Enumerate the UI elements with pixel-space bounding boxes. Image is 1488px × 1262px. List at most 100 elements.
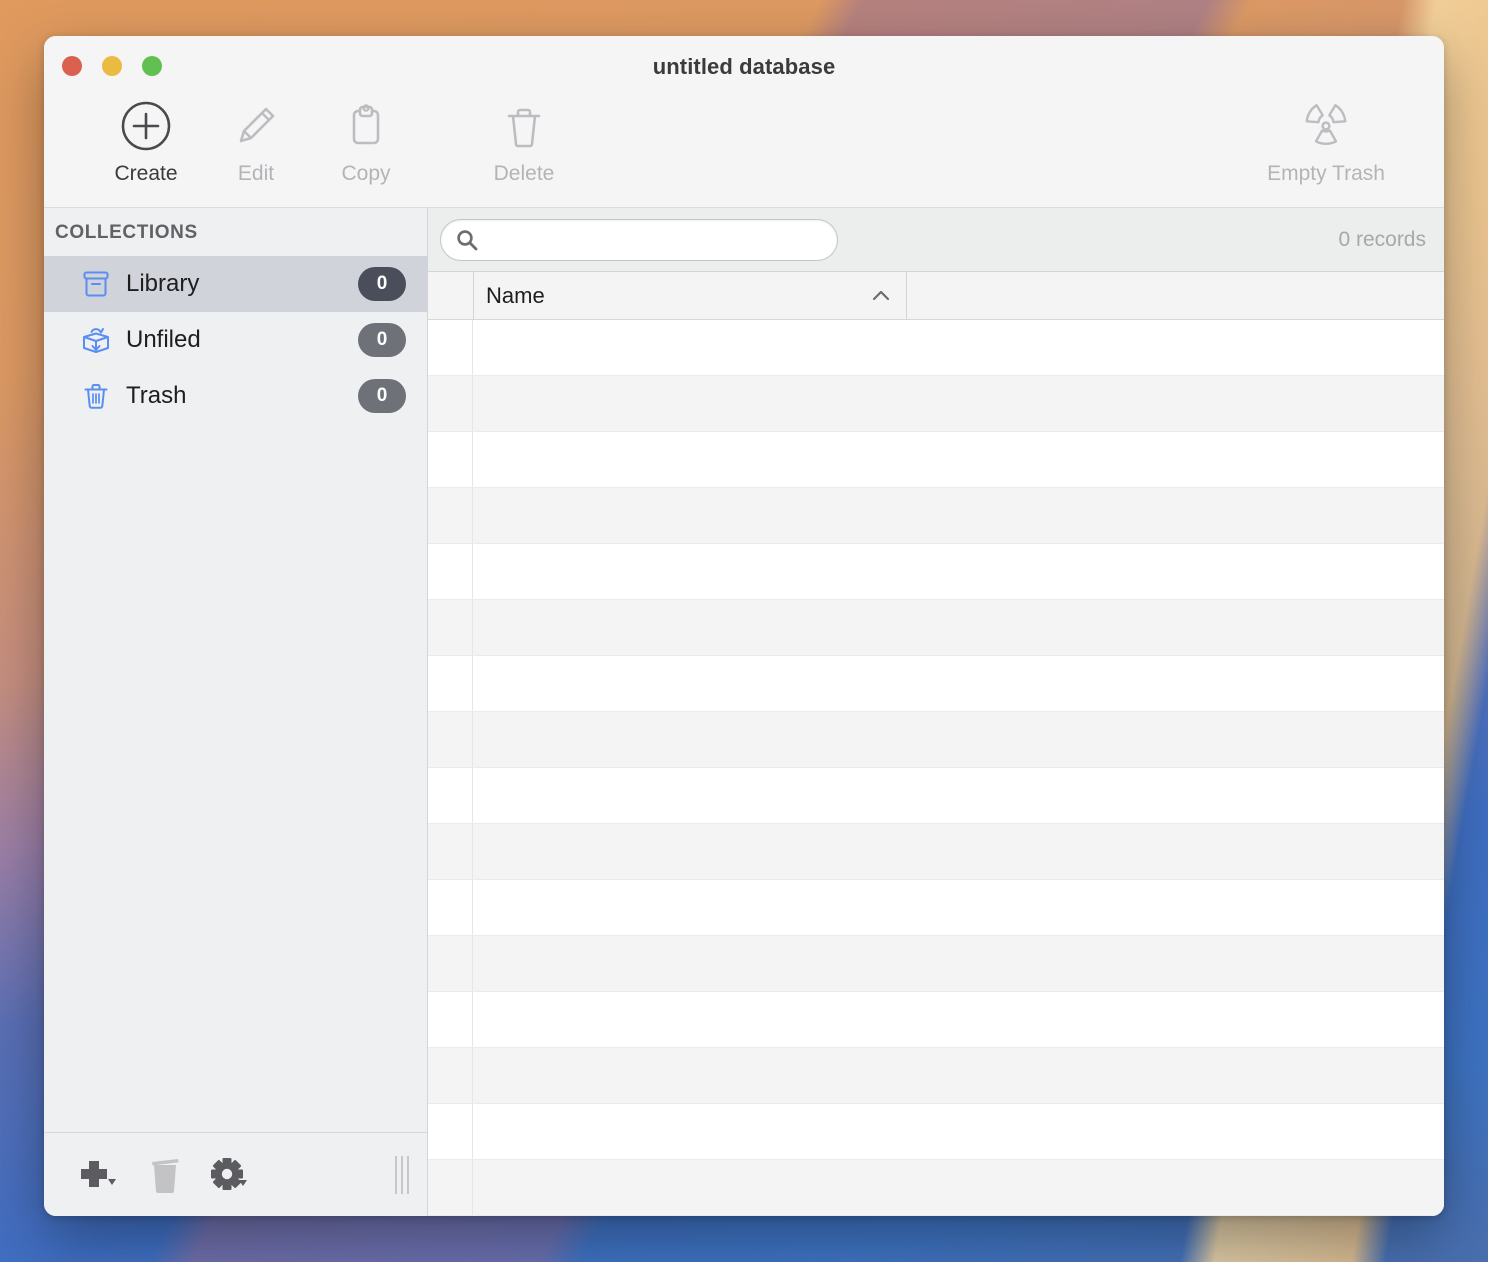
search-bar: 0 records — [428, 208, 1444, 272]
table-row[interactable] — [428, 488, 1444, 544]
table-row[interactable] — [428, 320, 1444, 376]
title-bar: untitled database Create — [44, 36, 1444, 208]
window-title: untitled database — [44, 54, 1444, 80]
copy-label: Copy — [306, 162, 426, 186]
table-row[interactable] — [428, 600, 1444, 656]
sidebar-bottom-toolbar — [44, 1132, 427, 1216]
sidebar: COLLECTIONS Library 0 — [44, 208, 428, 1216]
pencil-icon — [196, 96, 316, 156]
table-cell-name[interactable] — [473, 600, 1444, 655]
sidebar-item-count: 0 — [358, 323, 406, 357]
delete-label: Delete — [464, 162, 584, 186]
column-header-label: Name — [486, 283, 870, 309]
plus-circle-icon — [86, 96, 206, 156]
open-box-icon — [79, 323, 113, 357]
table-cell-name[interactable] — [473, 768, 1444, 823]
sidebar-item-unfiled[interactable]: Unfiled 0 — [44, 312, 427, 368]
radiation-icon — [1236, 96, 1416, 156]
table-header-gutter — [428, 272, 473, 319]
create-label: Create — [86, 162, 206, 186]
search-input[interactable] — [488, 228, 823, 251]
table-row-gutter — [428, 880, 473, 935]
action-menu-button[interactable] — [198, 1150, 264, 1200]
table-cell-name[interactable] — [473, 488, 1444, 543]
table-row[interactable] — [428, 544, 1444, 600]
table-row[interactable] — [428, 1104, 1444, 1160]
table-cell-name[interactable] — [473, 1048, 1444, 1103]
table-row-gutter — [428, 936, 473, 991]
table-row-gutter — [428, 824, 473, 879]
table-row[interactable] — [428, 824, 1444, 880]
window-body: COLLECTIONS Library 0 — [44, 208, 1444, 1216]
table-cell-name[interactable] — [473, 1104, 1444, 1159]
delete-button[interactable]: Delete — [464, 96, 584, 186]
delete-collection-button[interactable] — [132, 1150, 198, 1200]
table-row-gutter — [428, 656, 473, 711]
table-cell-name[interactable] — [473, 824, 1444, 879]
table-row-gutter — [428, 768, 473, 823]
table-row[interactable] — [428, 432, 1444, 488]
add-collection-button[interactable] — [66, 1150, 132, 1200]
table-header: Name — [428, 272, 1444, 320]
table-row-gutter — [428, 488, 473, 543]
sidebar-item-count: 0 — [358, 379, 406, 413]
empty-trash-button[interactable]: Empty Trash — [1236, 96, 1416, 186]
table-row-gutter — [428, 320, 473, 375]
table-row[interactable] — [428, 936, 1444, 992]
gear-dropdown-icon — [208, 1154, 254, 1196]
table-row-gutter — [428, 432, 473, 487]
table-row[interactable] — [428, 1160, 1444, 1216]
table-row-gutter — [428, 1104, 473, 1159]
table-cell-name[interactable] — [473, 1160, 1444, 1215]
table-row-gutter — [428, 600, 473, 655]
collections-header: COLLECTIONS — [44, 208, 427, 256]
resize-grip-icon[interactable] — [395, 1156, 409, 1194]
table-cell-name[interactable] — [473, 320, 1444, 375]
table-cell-name[interactable] — [473, 992, 1444, 1047]
table-cell-name[interactable] — [473, 656, 1444, 711]
table-row-gutter — [428, 376, 473, 431]
clipboard-icon — [306, 96, 426, 156]
main-toolbar: Create Edit — [44, 86, 1444, 207]
column-header-name[interactable]: Name — [473, 272, 907, 319]
table-cell-name[interactable] — [473, 712, 1444, 767]
create-button[interactable]: Create — [86, 96, 206, 186]
table-row-gutter — [428, 544, 473, 599]
table-row[interactable] — [428, 992, 1444, 1048]
app-window: untitled database Create — [44, 36, 1444, 1216]
table-row[interactable] — [428, 1048, 1444, 1104]
content-pane: 0 records Name — [428, 208, 1444, 1216]
table-row[interactable] — [428, 880, 1444, 936]
edit-button[interactable]: Edit — [196, 96, 316, 186]
table-cell-name[interactable] — [473, 432, 1444, 487]
search-icon — [455, 228, 479, 252]
table-cell-name[interactable] — [473, 376, 1444, 431]
table-body[interactable] — [428, 320, 1444, 1216]
table-row[interactable] — [428, 768, 1444, 824]
table-cell-name[interactable] — [473, 936, 1444, 991]
empty-trash-label: Empty Trash — [1236, 162, 1416, 186]
chevron-up-icon — [870, 285, 892, 307]
sidebar-item-label: Unfiled — [126, 326, 358, 354]
trash-icon — [145, 1154, 185, 1196]
sidebar-item-trash[interactable]: Trash 0 — [44, 368, 427, 424]
search-field[interactable] — [440, 219, 838, 261]
table-row[interactable] — [428, 712, 1444, 768]
table-row-gutter — [428, 712, 473, 767]
table-row[interactable] — [428, 656, 1444, 712]
collections-list: Library 0 — [44, 256, 427, 1132]
table-cell-name[interactable] — [473, 880, 1444, 935]
trash-icon — [464, 96, 584, 156]
plus-dropdown-icon — [76, 1155, 122, 1195]
copy-button[interactable]: Copy — [306, 96, 426, 186]
table-row-gutter — [428, 1160, 473, 1215]
desktop-wallpaper: untitled database Create — [0, 0, 1488, 1262]
sidebar-item-label: Trash — [126, 382, 358, 410]
table-row[interactable] — [428, 376, 1444, 432]
table-row-gutter — [428, 992, 473, 1047]
records-count: 0 records — [1338, 228, 1428, 252]
trash-icon — [79, 379, 113, 413]
table-row-gutter — [428, 1048, 473, 1103]
sidebar-item-library[interactable]: Library 0 — [44, 256, 427, 312]
table-cell-name[interactable] — [473, 544, 1444, 599]
